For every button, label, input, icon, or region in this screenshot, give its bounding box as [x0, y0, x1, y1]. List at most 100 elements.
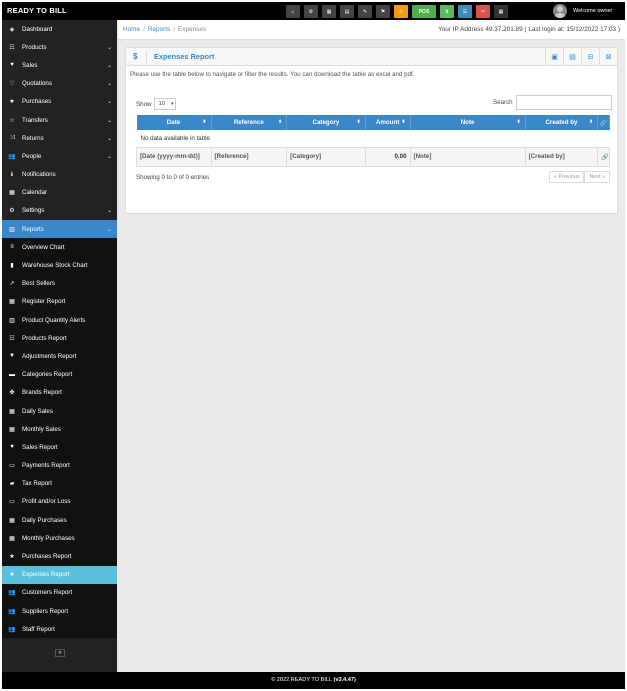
column-header-note[interactable]: Note ⬍ [410, 115, 526, 130]
sidebar-item-product-quantity-alerts[interactable]: ▥ Product Quantity Alerts [2, 311, 117, 330]
sidebar-item-categories-report[interactable]: ▬ Categories Report [2, 365, 117, 384]
hourglass-icon[interactable]: ⧗ [440, 5, 454, 18]
page-size-select[interactable]: 10 [154, 98, 177, 110]
sidebar-item-monthly-sales[interactable]: ▦ Monthly Sales [2, 420, 117, 439]
sidebar-item-label: Warehouse Stock Chart [22, 262, 88, 270]
sidebar-item-adjustments-report[interactable]: ▼ Adjustments Report [2, 347, 117, 366]
sidebar-item-label: Purchases [22, 98, 52, 106]
brand-logo[interactable]: READY TO BILL [7, 2, 67, 20]
quotations-icon: ♡ [9, 81, 15, 88]
image-download-icon[interactable]: ⊠ [599, 48, 617, 66]
sidebar-item-daily-purchases[interactable]: ▦ Daily Purchases [2, 511, 117, 530]
sidebar-item-quotations[interactable]: ♡ Quotations ⌄ [2, 75, 117, 93]
entries-info: Showing 0 to 0 of 0 entries [136, 174, 210, 181]
expenses-report-icon: ★ [9, 572, 15, 579]
sidebar-item-customers-report[interactable]: 👥 Customers Report [2, 583, 117, 602]
list-icon[interactable]: ☰ [458, 5, 472, 18]
sidebar-item-sales[interactable]: ♥ Sales ⌄ [2, 56, 117, 74]
sidebar-item-people[interactable]: 👥 People ⌄ [2, 147, 117, 165]
panel-tools: ▣ ▤ ⊟ ⊠ [545, 48, 617, 66]
home-icon[interactable]: ⌂ [286, 5, 300, 18]
sidebar-item-products[interactable]: ☷ Products ⌄ [2, 38, 117, 56]
next-page-button[interactable]: Next » [584, 171, 611, 183]
column-header-actions: 🔗 [597, 115, 610, 130]
sidebar-item-calendar[interactable]: ▦ Calendar [2, 184, 117, 202]
sidebar-item-label: Daily Sales [22, 407, 53, 415]
footer-note: [Note] [409, 146, 526, 167]
chevron-down-icon: ⌄ [107, 62, 113, 69]
excel-download-icon[interactable]: ▣ [545, 48, 563, 66]
pdf-download-icon[interactable]: ▤ [563, 48, 581, 66]
sidebar-item-payments-report[interactable]: ▭ Payments Report [2, 456, 117, 475]
sidebar-item-products-report[interactable]: ☷ Products Report [2, 329, 117, 348]
reports-icon: ▥ [9, 226, 15, 233]
calendar-icon[interactable]: ▤ [340, 5, 354, 18]
welcome-text[interactable]: Welcome owner [573, 2, 612, 20]
sort-icon: ⬍ [516, 119, 521, 125]
sidebar-item-staff-report[interactable]: 👥 Staff Report [2, 620, 117, 639]
pos-button[interactable]: POS [412, 5, 436, 18]
sidebar-item-label: Reports [22, 225, 44, 233]
sidebar-item-overview-chart[interactable]: ≡ Overview Chart [2, 238, 117, 257]
sidebar-item-transfers[interactable]: ☆ Transfers ⌄ [2, 111, 117, 129]
suppliers-report-icon: 👥 [8, 608, 16, 615]
sidebar-item-profit-and-or-loss[interactable]: ▭ Profit and/or Loss [2, 492, 117, 512]
sidebar-item-expenses-report[interactable]: ★ Expenses Report [2, 565, 117, 584]
avatar[interactable] [553, 4, 567, 18]
intro-text: Please use the table below to navigate o… [130, 71, 415, 78]
sort-icon: ⬍ [202, 119, 207, 125]
search-input[interactable] [515, 95, 612, 110]
edit-icon[interactable]: ✎ [358, 5, 372, 18]
breadcrumb-bar: Home / Reports / Expenses Your IP Address 49… [118, 20, 625, 40]
sidebar-item-brands-report[interactable]: ✤ Brands Report [2, 383, 117, 402]
products-icon: ☷ [9, 44, 15, 51]
sidebar-item-settings[interactable]: ⚙ Settings ⌄ [2, 202, 117, 220]
sidebar-item-best-sellers[interactable]: ↗ Best Sellers [2, 274, 117, 293]
sidebar-collapse-button[interactable]: « [2, 646, 117, 660]
calculator-icon[interactable]: ▦ [322, 5, 336, 18]
sidebar-item-sales-report[interactable]: ♥ Sales Report [2, 438, 117, 457]
sidebar-item-notifications[interactable]: ℹ Notifications [2, 166, 117, 184]
breadcrumb-home[interactable]: Home [123, 26, 140, 33]
alert-icon[interactable]: ⚠ [394, 5, 408, 18]
settings-icon: ⚙ [9, 208, 15, 215]
column-header-date[interactable]: Date ⬍ [136, 115, 212, 130]
monthly-purchases-icon: ▦ [9, 535, 15, 542]
sidebar-item-suppliers-report[interactable]: 👥 Suppliers Report [2, 602, 117, 621]
column-header-category[interactable]: Category ⬍ [286, 115, 366, 130]
column-header-created-by[interactable]: Created by ⬍ [525, 115, 599, 130]
sidebar-item-daily-sales[interactable]: ▦ Daily Sales [2, 401, 117, 421]
previous-page-button[interactable]: « Previous [549, 171, 585, 183]
sidebar-item-label: Staff Report [22, 625, 55, 633]
sidebar-item-label: Product Quantity Alerts [22, 316, 86, 324]
sidebar-item-tax-report[interactable]: ▰ Tax Report [2, 474, 117, 493]
sidebar-item-returns[interactable]: ⤨ Returns ⌄ [2, 129, 117, 147]
sidebar-item-label: Returns [22, 134, 44, 142]
sidebar-item-label: Notifications [22, 171, 56, 179]
sidebar-item-warehouse-stock-chart[interactable]: ▮ Warehouse Stock Chart [2, 256, 117, 275]
breadcrumb-reports[interactable]: Reports [148, 26, 170, 33]
sidebar-item-reports[interactable]: ▥ Reports ⌄ [2, 220, 117, 239]
sidebar-item-register-report[interactable]: ▦ Register Report [2, 292, 117, 311]
sidebar-item-purchases-report[interactable]: ★ Purchases Report [2, 547, 117, 566]
column-header-reference[interactable]: Reference ⬍ [211, 115, 288, 130]
sidebar-item-purchases[interactable]: ★ Purchases ⌄ [2, 93, 117, 111]
gear-icon[interactable]: ⚙ [304, 5, 318, 18]
sidebar-item-label: Customers Report [22, 589, 73, 597]
chevron-down-icon: ⌄ [107, 44, 113, 51]
pagination: « Previous Next » [549, 171, 611, 183]
sidebar-item-monthly-purchases[interactable]: ▦ Monthly Purchases [2, 529, 117, 548]
sort-icon: ⬍ [589, 119, 594, 125]
register-report-icon: ▦ [9, 299, 15, 306]
collapse-icon[interactable]: « [55, 649, 65, 657]
sidebar-item-dashboard[interactable]: ◈ Dashboard [2, 20, 117, 38]
sidebar-item-label: Monthly Purchases [22, 534, 75, 542]
flag-icon[interactable]: ⚑ [376, 5, 390, 18]
chevron-down-icon: ⌄ [107, 81, 113, 88]
chevron-down-icon: ⌄ [107, 208, 113, 215]
toggle-form-icon[interactable]: ⊟ [581, 48, 599, 66]
tools-icon[interactable]: ✂ [476, 5, 490, 18]
sidebar-item-label: Purchases Report [22, 553, 72, 561]
grid-icon[interactable]: ▦ [494, 5, 508, 18]
column-header-amount[interactable]: Amount ⬍ [365, 115, 411, 130]
